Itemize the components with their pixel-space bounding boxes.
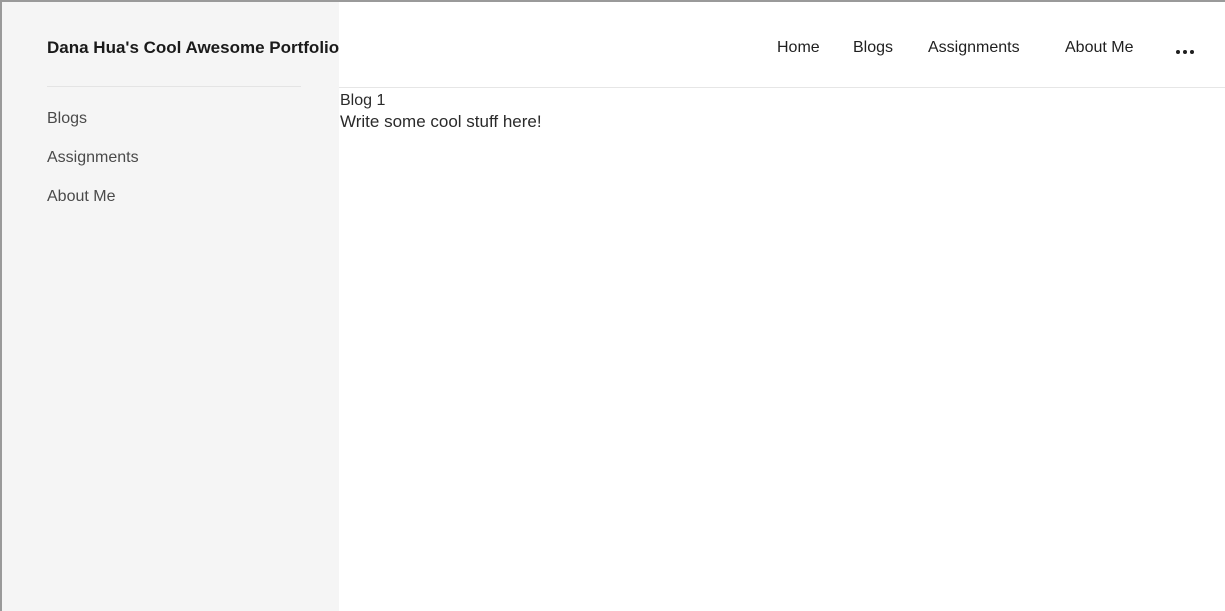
post-body: Write some cool stuff here! bbox=[340, 112, 542, 131]
sidebar-item-blogs[interactable]: Blogs bbox=[47, 109, 139, 148]
nav-link-about-me[interactable]: About Me bbox=[1065, 39, 1133, 57]
nav-link-blogs[interactable]: Blogs bbox=[853, 39, 893, 57]
post-title: Blog 1 bbox=[340, 92, 386, 109]
nav-link-assignments[interactable]: Assignments bbox=[928, 39, 1020, 57]
sidebar-nav: Blogs Assignments About Me bbox=[47, 109, 139, 226]
nav-link-home[interactable]: Home bbox=[777, 39, 820, 57]
sidebar: Blogs Assignments About Me bbox=[2, 2, 339, 611]
more-horizontal-icon[interactable] bbox=[1175, 49, 1195, 55]
sidebar-item-about-me[interactable]: About Me bbox=[47, 187, 139, 226]
browser-viewport: Blogs Assignments About Me Dana Hua's Co… bbox=[0, 0, 1225, 611]
header-divider bbox=[339, 87, 1225, 88]
sidebar-item-assignments[interactable]: Assignments bbox=[47, 148, 139, 187]
site-title[interactable]: Dana Hua's Cool Awesome Portfolio bbox=[47, 38, 339, 58]
sidebar-divider bbox=[47, 86, 301, 87]
main-content: Blog 1 Write some cool stuff here! bbox=[340, 91, 542, 133]
